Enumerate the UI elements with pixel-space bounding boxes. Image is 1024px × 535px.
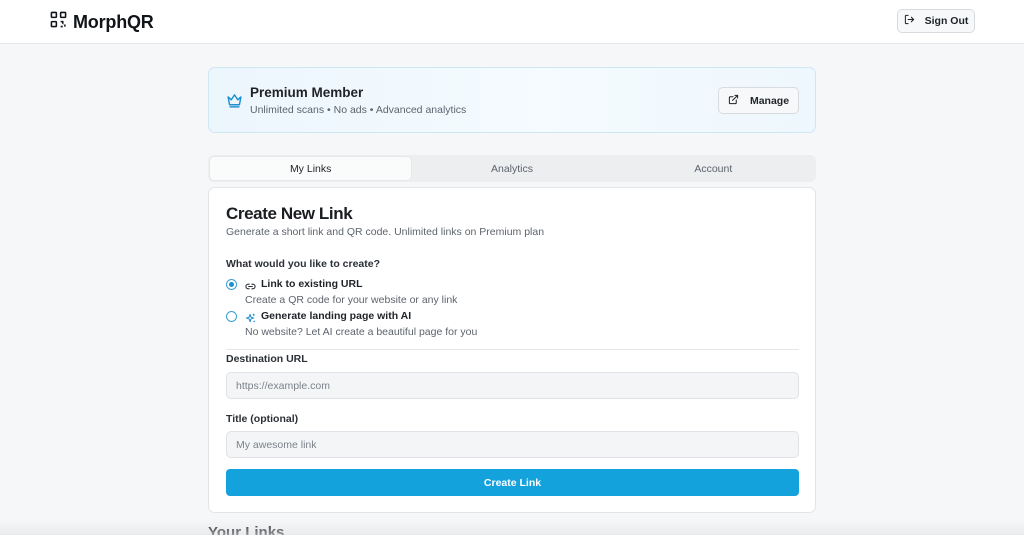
tab-account[interactable]: Account (613, 157, 814, 180)
option-desc-ai-landing: No website? Let AI create a beautiful pa… (245, 326, 478, 338)
card-title: Create New Link (226, 204, 353, 223)
title-label: Title (optional) (226, 413, 299, 425)
destination-url-label: Destination URL (226, 353, 308, 365)
destination-url-input[interactable] (226, 372, 799, 399)
brand[interactable]: MorphQR (50, 11, 154, 33)
option-label-ai-landing[interactable]: Generate landing page with AI (261, 310, 411, 322)
card-subtitle: Generate a short link and QR code. Unlim… (226, 226, 545, 238)
log-out-icon (904, 14, 915, 28)
top-header: MorphQR Sign Out (0, 0, 1024, 44)
option-desc-link-existing: Create a QR code for your website or any… (245, 294, 458, 306)
your-links-heading: Your Links (208, 524, 285, 535)
sign-out-label: Sign Out (924, 15, 969, 27)
bottom-shade (0, 519, 1024, 535)
radio-link-existing[interactable] (226, 279, 237, 290)
qr-code-icon (50, 11, 67, 33)
brand-name: MorphQR (73, 11, 154, 32)
type-question: What would you like to create? (226, 258, 381, 270)
divider (226, 349, 799, 350)
manage-label: Manage (749, 94, 790, 107)
manage-button[interactable]: Manage (718, 87, 799, 114)
title-input[interactable] (226, 431, 799, 458)
premium-banner: Premium Member Unlimited scans • No ads … (208, 67, 816, 133)
create-link-card: Create New Link Generate a short link an… (208, 187, 816, 513)
radio-ai-landing[interactable] (226, 311, 237, 322)
tab-analytics[interactable]: Analytics (411, 157, 612, 180)
link-icon (245, 279, 256, 290)
external-link-icon (728, 94, 739, 108)
tab-bar: My Links Analytics Account (208, 155, 816, 182)
option-label-link-existing[interactable]: Link to existing URL (261, 278, 363, 290)
tab-my-links[interactable]: My Links (210, 157, 412, 180)
sign-out-button[interactable]: Sign Out (897, 9, 975, 33)
sparkles-icon (245, 311, 256, 323)
crown-icon (226, 92, 243, 109)
create-link-button[interactable]: Create Link (226, 469, 799, 496)
premium-title: Premium Member (250, 85, 364, 100)
premium-subtitle: Unlimited scans • No ads • Advanced anal… (250, 104, 467, 116)
